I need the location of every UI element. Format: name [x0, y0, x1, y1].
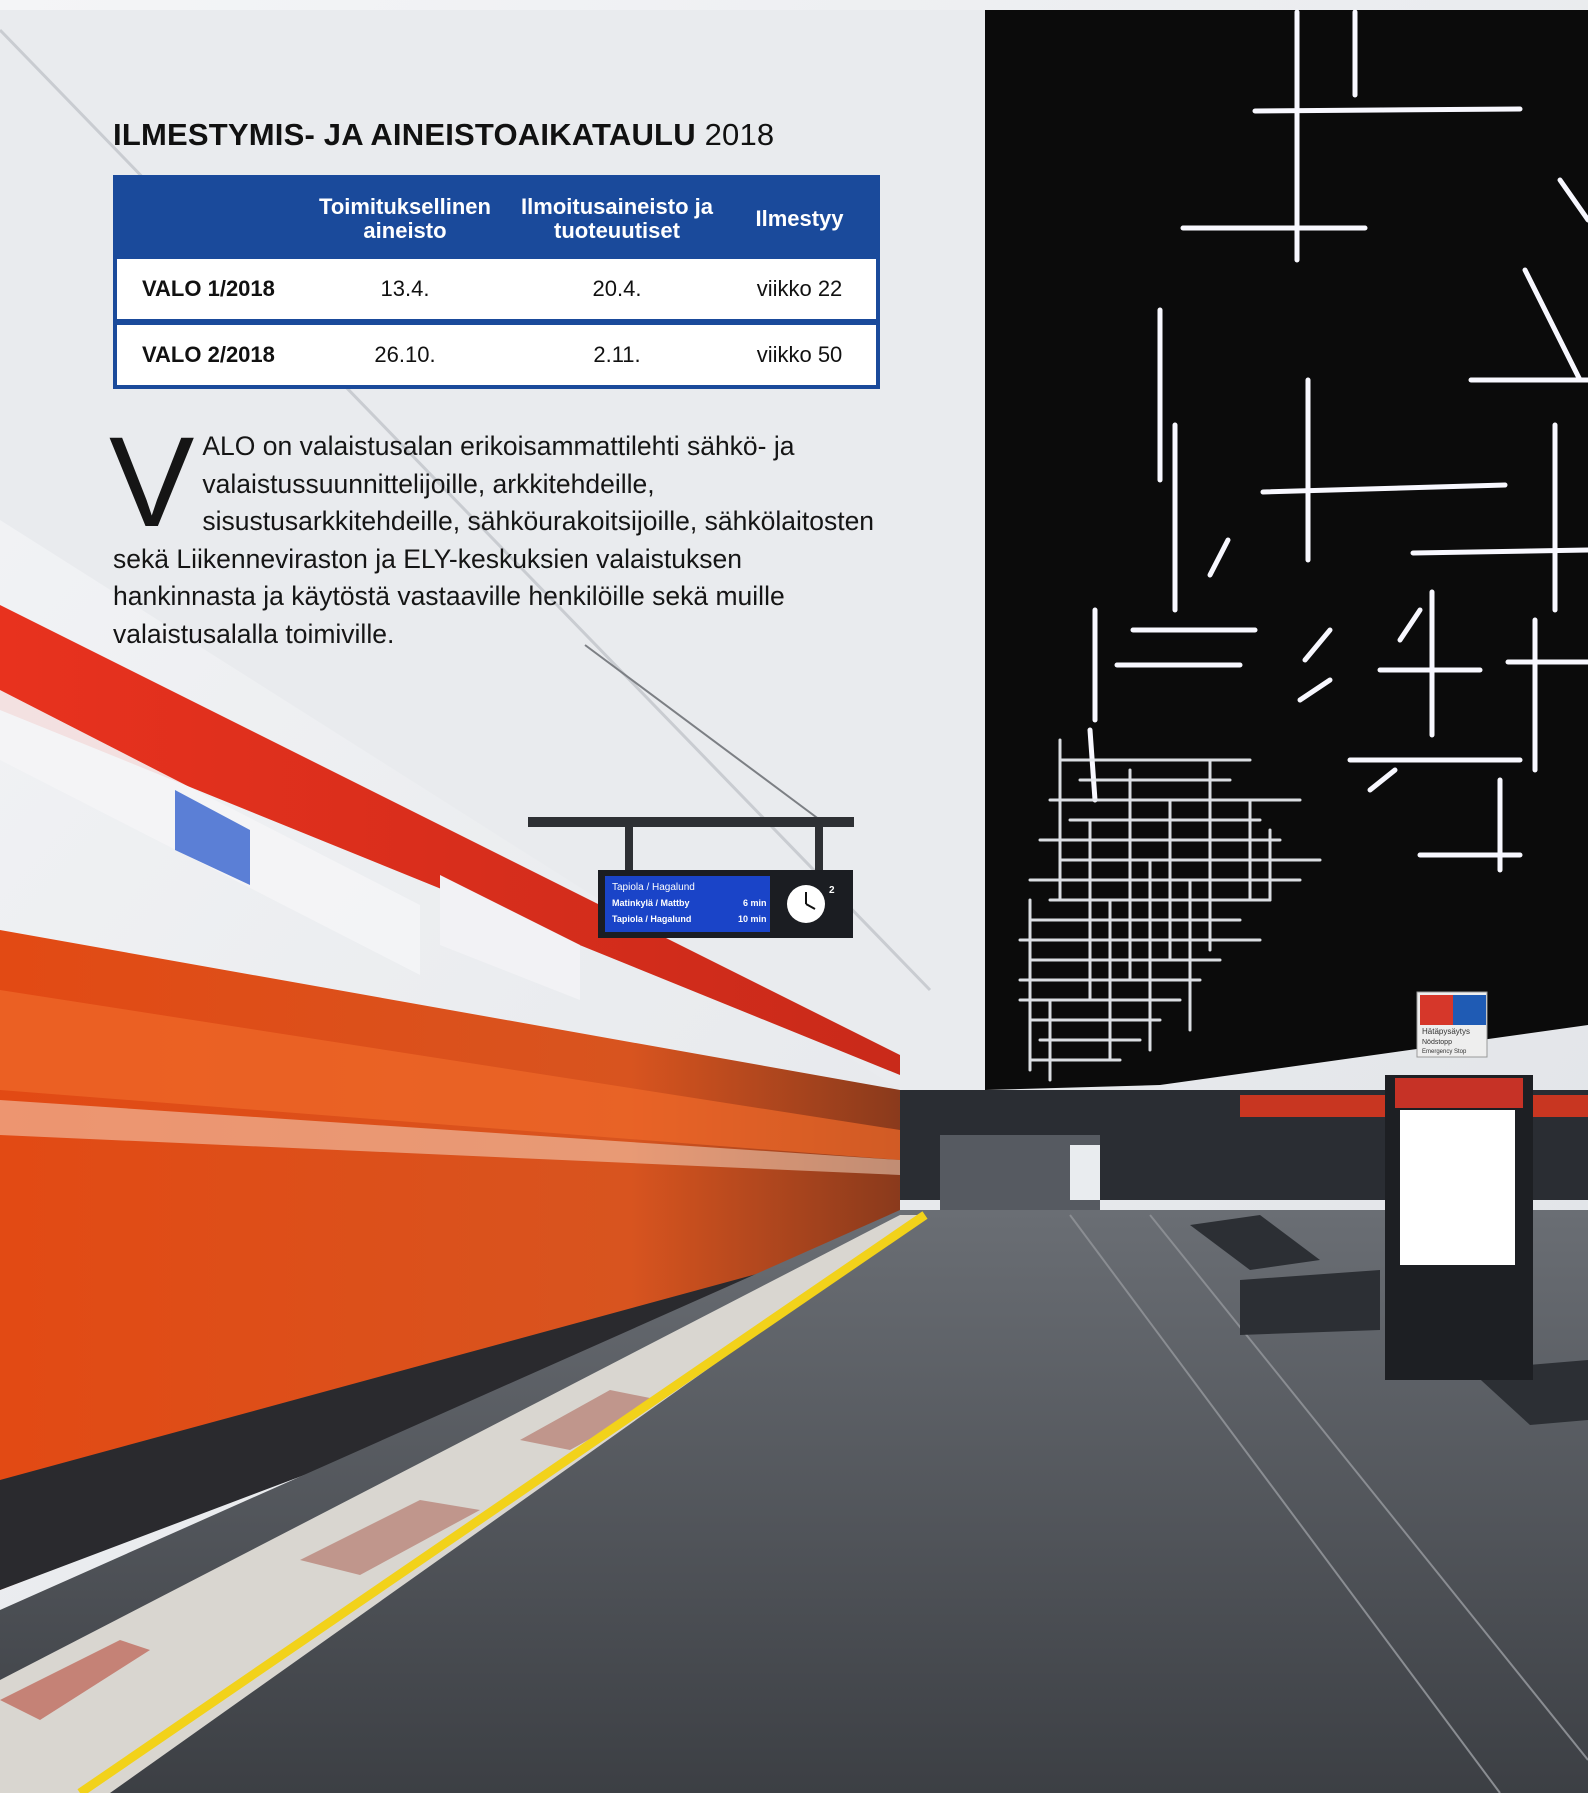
board-row-2: Matinkylä / Mattby: [612, 898, 690, 908]
row-ads: 20.4.: [511, 259, 723, 319]
header-empty: [117, 179, 299, 259]
row-issue: VALO 1/2018: [117, 259, 299, 319]
header-ads: Ilmoitusaineisto ja tuoteuutiset: [521, 194, 713, 243]
row-published: viikko 22: [723, 259, 876, 319]
header-editorial: Toimituksellinen aineisto: [319, 194, 491, 243]
schedule-title: ILMESTYMIS- JA AINEISTOAIKATAULU 2018: [113, 117, 774, 153]
drop-cap: V: [109, 411, 195, 554]
board-bracket: [528, 817, 854, 827]
header-published: Ilmestyy: [755, 206, 844, 231]
row-editorial: 13.4.: [299, 259, 511, 319]
board-row-1: Tapiola / Hagalund: [612, 882, 695, 893]
board-row-3: Tapiola / Hagalund: [612, 914, 691, 924]
table-header-row: Toimituksellinen aineisto Ilmoitusaineis…: [117, 179, 876, 259]
emergency-sign-line3: Emergency Stop: [1422, 1049, 1467, 1055]
emergency-sign-line2: Nödstopp: [1422, 1039, 1452, 1046]
schedule-title-year: 2018: [704, 117, 775, 152]
emergency-sign-line1: Hätäpysäytys: [1422, 1027, 1470, 1036]
schedule-title-text: ILMESTYMIS- JA AINEISTOAIKATAULU: [113, 117, 696, 152]
intro-text: ALO on valaistusalan erikoisammattilehti…: [113, 431, 875, 649]
board-platform-number: 2: [829, 885, 835, 896]
row-published: viikko 50: [723, 319, 876, 385]
table-row: VALO 2/2018 26.10. 2.11. viikko 50: [117, 319, 876, 385]
board-row-2-time: 6 min: [743, 898, 767, 908]
schedule-table: Toimituksellinen aineisto Ilmoitusaineis…: [113, 175, 880, 389]
row-issue: VALO 2/2018: [117, 319, 299, 385]
row-ads: 2.11.: [511, 319, 723, 385]
row-editorial: 26.10.: [299, 319, 511, 385]
board-row-3-time: 10 min: [738, 914, 767, 924]
table-row: VALO 1/2018 13.4. 20.4. viikko 22: [117, 259, 876, 319]
intro-paragraph: V ALO on valaistusalan erikoisammattileh…: [109, 419, 883, 653]
